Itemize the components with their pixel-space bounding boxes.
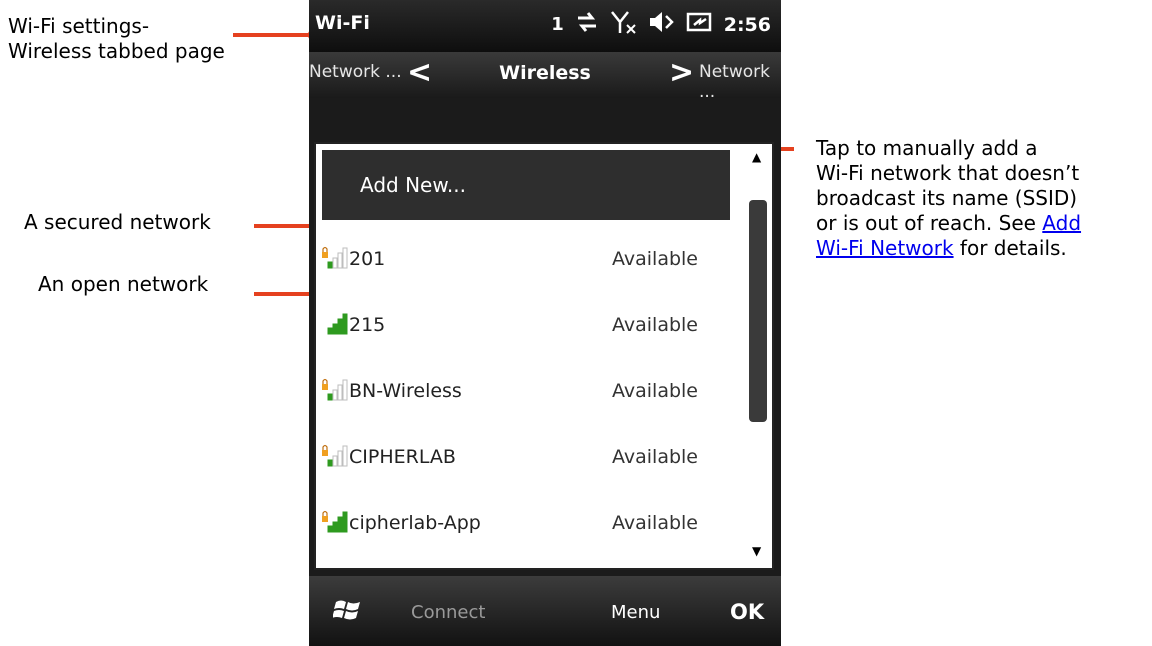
network-row[interactable]: BN-Wireless Available [322,362,730,426]
add-new-caption: Tap to manually add a Wi-Fi network that… [816,136,1152,261]
network-list[interactable]: Add New... 201 Available 215 Available BN-Wi… [314,142,774,570]
secured-wifi-signal-icon [322,444,348,472]
scroll-down-arrow-icon[interactable]: ▼ [752,544,761,558]
add-new-caption-line1: Tap to manually add a [816,136,1038,160]
network-row[interactable]: cipherlab-App Available [322,494,730,558]
add-new-caption-line3: broadcast its name (SSID) [816,186,1078,210]
wifi-settings-caption: Wi-Fi settings- Wireless tabbed page [8,14,225,64]
add-new-caption-line5: Wi-Fi Network for details. [816,236,1152,261]
signal-indicator: 1 [551,14,564,35]
wifi-settings-caption-line2: Wireless tabbed page [8,39,225,63]
add-new-caption-line4-prefix: or is out of reach. See [816,211,1043,235]
network-row[interactable]: 215 Available [322,296,730,360]
add-new-caption-line4: or is out of reach. See Add [816,211,1152,236]
scrollbar[interactable]: ▲ ▼ [746,148,770,566]
menu-softkey[interactable]: Menu [611,602,660,623]
connect-softkey[interactable]: Connect [411,602,485,623]
wifi-settings-pointer-line [233,33,315,37]
network-ssid: 201 [349,248,386,270]
add-new-button[interactable]: Add New... [322,150,730,220]
network-row[interactable]: 201 Available [322,230,730,294]
status-title: Wi-Fi [315,12,370,34]
network-ssid: CIPHERLAB [349,446,456,468]
tab-bar: Network ... < Wireless > Network ... [309,52,781,102]
scrollbar-thumb[interactable] [749,200,767,422]
status-time: 2:56 [723,14,771,36]
phone-screen: Wi-Fi 1 2:56 Network ... < Wireless > Ne… [309,0,781,646]
network-ssid: 215 [349,314,386,336]
network-ssid: BN-Wireless [349,380,462,402]
tab-network-right[interactable]: Network ... [699,62,781,102]
add-wifi-network-link-part1[interactable]: Add [1042,211,1081,235]
network-ssid: cipherlab-App [349,512,481,534]
secured-wifi-signal-icon [322,378,348,406]
wifi-signal-icon [322,312,348,340]
content-area: Add New... 201 Available 215 Available BN-Wi… [309,98,781,576]
secured-wifi-signal-icon [322,246,348,274]
network-status: Available [612,380,699,402]
scroll-up-arrow-icon[interactable]: ▲ [752,150,761,164]
secured-pointer-line [254,224,310,228]
ok-softkey[interactable]: OK [730,600,764,624]
battery-charging-icon [686,9,714,42]
network-status: Available [612,314,699,336]
soft-key-bar: Connect Menu OK [309,576,781,646]
network-status: Available [612,512,699,534]
status-bar: Wi-Fi 1 2:56 [309,0,781,52]
chevron-right-icon[interactable]: > [669,55,694,90]
open-network-caption: An open network [38,272,209,296]
data-sync-icon [574,10,600,41]
no-signal-icon [610,9,638,42]
status-icons: 1 2:56 [551,10,771,40]
volume-muted-icon [648,9,676,42]
open-pointer-line [254,292,310,296]
network-status: Available [612,446,699,468]
add-new-caption-line2: Wi-Fi network that doesn’t [816,161,1080,185]
add-wifi-network-link-part2[interactable]: Wi-Fi Network [816,236,954,260]
secured-network-caption: A secured network [24,210,211,234]
network-status: Available [612,248,699,270]
wifi-settings-caption-line1: Wi-Fi settings- [8,14,150,38]
secured-wifi-signal-icon [322,510,348,538]
network-row[interactable]: CIPHERLAB Available [322,428,730,492]
add-new-caption-line5-suffix: for details. [953,236,1067,260]
windows-start-icon[interactable] [332,598,363,624]
